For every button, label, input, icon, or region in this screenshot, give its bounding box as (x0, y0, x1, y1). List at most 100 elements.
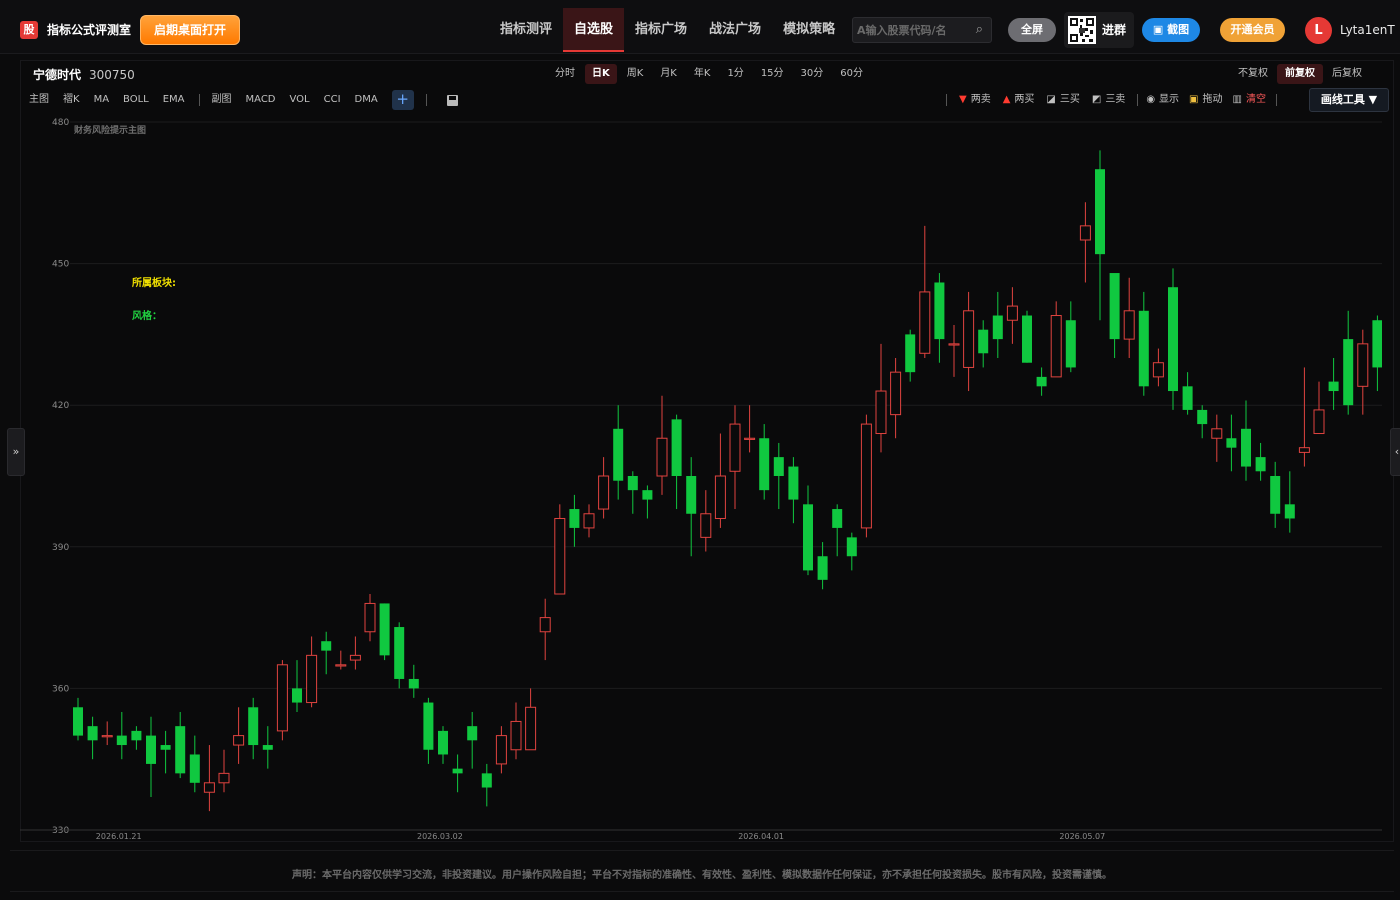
screenshot-button[interactable]: ▣ 截图 (1142, 18, 1200, 42)
stock-name: 宁德时代 (33, 68, 82, 82)
candle-body (919, 291, 931, 354)
divider (1275, 94, 1277, 106)
y-tick-label: 450 (52, 260, 69, 270)
nav-item-watchlist[interactable]: 自选股 (563, 8, 625, 52)
candle-body (218, 772, 230, 784)
draw-three-sell[interactable]: ◩ 三卖 (1092, 89, 1125, 111)
tool-vol[interactable]: VOL (290, 89, 310, 111)
candle (948, 324, 960, 377)
candle (349, 636, 361, 670)
draw-show[interactable]: ◉ 显示 (1146, 89, 1179, 111)
adjust-backward[interactable]: 后复权 (1324, 64, 1370, 84)
candle-body (292, 688, 302, 703)
candle (539, 598, 551, 661)
period-15min[interactable]: 15分 (754, 64, 791, 84)
x-tick-label: 2026.04.01 (738, 832, 784, 840)
draw-two-buy[interactable]: ▲ 两买 (1003, 89, 1035, 111)
candle (905, 329, 916, 382)
tool-cci[interactable]: CCI (324, 89, 341, 111)
period-30min[interactable]: 30分 (794, 64, 831, 84)
candle (321, 631, 332, 675)
join-group-label: 进群 (1102, 23, 1127, 37)
app-title: 指标公式评测室 (47, 23, 132, 37)
period-yearly[interactable]: 年K (687, 64, 718, 84)
candle (306, 636, 318, 708)
join-group-button[interactable]: 进群 (1064, 12, 1134, 48)
candle-body (495, 735, 507, 765)
candle-body (408, 678, 419, 689)
candle-body (642, 490, 653, 500)
candle-body (1298, 447, 1310, 453)
main-nav: 指标测评 自选股 指标广场 战法广场 模拟策略 (489, 8, 846, 52)
candle (73, 697, 83, 741)
candle (364, 594, 376, 642)
divider (198, 94, 200, 106)
candle (379, 603, 390, 661)
candle (656, 395, 668, 495)
candle (671, 414, 682, 510)
save-icon[interactable] (446, 94, 458, 106)
username[interactable]: Lyta1enT (1340, 21, 1395, 39)
adjust-none[interactable]: 不复权 (1230, 64, 1276, 84)
vip-button[interactable]: 开通会员 (1220, 18, 1285, 42)
candle-body (306, 654, 318, 704)
candle (87, 716, 98, 760)
period-60min[interactable]: 60分 (833, 64, 870, 84)
tool-main-chart[interactable]: 主图 (29, 89, 49, 111)
nav-item-indicator-review[interactable]: 指标测评 (489, 8, 563, 52)
candle (890, 358, 902, 439)
nav-item-sim-strategy[interactable]: 模拟策略 (772, 8, 846, 52)
candlestick-chart[interactable]: 480450420390360330 2026.01.21 2026.03.02 2… (20, 112, 1382, 840)
candle-body (1197, 409, 1208, 425)
open-desktop-button[interactable]: 启期桌面打开 (140, 15, 240, 45)
y-tick-label: 330 (52, 826, 69, 836)
candle-body (729, 423, 741, 472)
expand-left-button[interactable]: » (7, 428, 25, 476)
nav-item-tactics-square[interactable]: 战法广场 (698, 8, 772, 52)
eye-icon: ◉ (1146, 94, 1156, 105)
tool-macd[interactable]: MACD (246, 89, 276, 111)
draw-tools-dropdown[interactable]: 画线工具 ▼ (1309, 88, 1389, 112)
candle-body (714, 475, 726, 519)
chart-grid (70, 121, 1382, 831)
draw-clear[interactable]: ▥ 清空 (1233, 89, 1266, 111)
candle-body (1255, 457, 1266, 472)
sector-label: 所属板块: (132, 276, 176, 289)
tool-ema[interactable]: EMA (163, 89, 185, 111)
draw-two-buy-label: 两买 (1014, 94, 1035, 105)
draw-three-buy[interactable]: ◪ 三买 (1046, 89, 1079, 111)
tool-dma[interactable]: DMA (355, 89, 378, 111)
style-label: 风格： (132, 309, 162, 322)
period-weekly[interactable]: 周K (620, 64, 651, 84)
candle-body (116, 735, 127, 746)
tool-candle[interactable]: 褶K (63, 89, 80, 111)
add-indicator-button[interactable]: + (391, 90, 414, 110)
expand-right-button[interactable]: ‹ (1390, 428, 1400, 476)
tool-boll[interactable]: BOLL (123, 89, 149, 111)
candle (1182, 372, 1193, 415)
adjust-forward[interactable]: 前复权 (1277, 64, 1323, 84)
nav-item-indicator-square[interactable]: 指标广场 (624, 8, 698, 52)
period-daily[interactable]: 日K (585, 64, 617, 84)
candle (1065, 301, 1076, 373)
candle (817, 542, 828, 590)
chart-line-icon: ◪ (1046, 94, 1056, 105)
period-monthly[interactable]: 月K (653, 64, 684, 84)
candle-body (1152, 362, 1164, 378)
draw-drag[interactable]: ▣ 拖动 (1189, 89, 1222, 111)
search-input[interactable] (857, 21, 969, 39)
period-intraday[interactable]: 分时 (548, 64, 582, 84)
avatar[interactable]: L (1305, 17, 1332, 44)
candle-body (948, 343, 960, 346)
candle (1241, 400, 1251, 481)
candle-body (832, 509, 843, 528)
period-1min[interactable]: 1分 (720, 64, 750, 84)
draw-two-sell[interactable]: ▼ 两卖 (959, 89, 991, 111)
tool-ma[interactable]: MA (94, 89, 109, 111)
candle (1006, 287, 1018, 344)
fullscreen-button[interactable]: 全屏 (1008, 18, 1056, 42)
candle-body (349, 654, 361, 661)
candle-body (803, 504, 813, 571)
tool-sub-chart[interactable]: 副图 (212, 89, 232, 111)
search-icon[interactable]: ⌕ (976, 22, 983, 37)
